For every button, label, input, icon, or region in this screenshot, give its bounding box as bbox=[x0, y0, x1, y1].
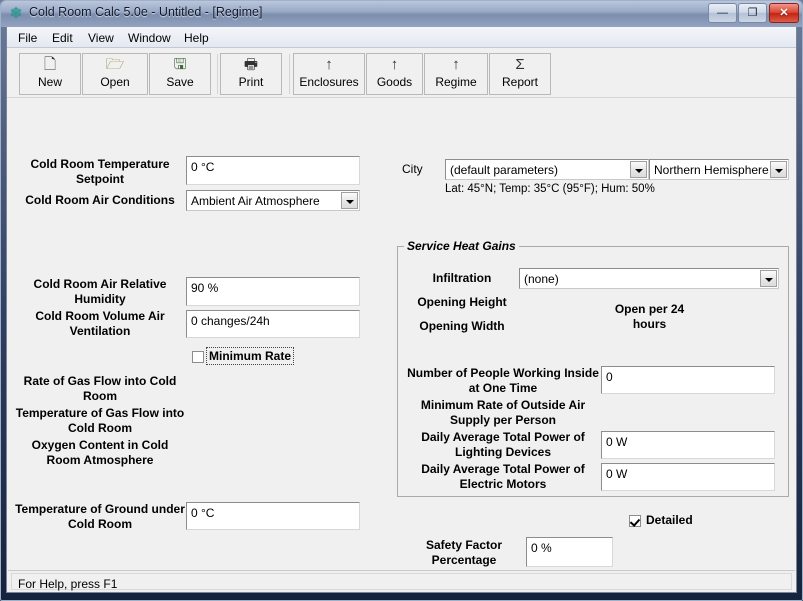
label-oxygen-content: Oxygen Content in Cold Room Atmosphere bbox=[31, 438, 169, 467]
up-arrow-icon: ↑ bbox=[390, 56, 399, 73]
up-arrow-icon: ↑ bbox=[452, 56, 460, 73]
close-icon: ✕ bbox=[779, 7, 789, 19]
menu-item-help[interactable]: Help bbox=[179, 30, 214, 46]
chevron-down-icon[interactable] bbox=[760, 270, 777, 287]
label-temperature-setpoint: Cold Room Temperature Setpoint bbox=[30, 157, 170, 186]
input-safety-factor[interactable]: 0 % bbox=[526, 537, 613, 567]
status-bar: For Help, press F1 bbox=[8, 570, 795, 591]
label-gas-flow-rate: Rate of Gas Flow into Cold Room bbox=[23, 374, 177, 403]
label-volume-air-ventilation: Cold Room Volume Air Ventilation bbox=[35, 309, 165, 338]
window-title: Cold Room Calc 5.0e - Untitled - [Regime… bbox=[29, 5, 263, 19]
snowflake-icon: ❄ bbox=[9, 5, 23, 22]
select-city-value: (default parameters) bbox=[450, 163, 559, 177]
label-lighting-power: Daily Average Total Power of Lighting De… bbox=[421, 430, 585, 459]
toolbar-button-open[interactable]: 🗁 Open bbox=[82, 53, 148, 95]
label-city: City bbox=[402, 162, 423, 176]
label-people-count: Number of People Working Inside at One T… bbox=[407, 366, 599, 395]
label-opening-height: Opening Height bbox=[417, 295, 507, 309]
menu-item-view[interactable]: View bbox=[83, 30, 119, 46]
maximize-button[interactable]: ❐ bbox=[738, 3, 767, 23]
checkbox-detailed-label: Detailed bbox=[646, 513, 693, 527]
checkbox-minimum-rate-label: Minimum Rate bbox=[209, 349, 292, 363]
toolbar-label-report: Report bbox=[501, 75, 539, 89]
close-button[interactable]: ✕ bbox=[769, 3, 799, 23]
label-relative-humidity: Cold Room Air Relative Humidity bbox=[33, 277, 167, 306]
chevron-down-icon[interactable] bbox=[770, 161, 787, 178]
regime-form: Cold Room Temperature Setpoint 0 °C Cold… bbox=[7, 98, 796, 570]
input-people-count[interactable]: 0 bbox=[601, 366, 775, 394]
label-gas-flow-temperature: Temperature of Gas Flow into Cold Room bbox=[15, 406, 185, 435]
input-temperature-setpoint[interactable]: 0 °C bbox=[186, 156, 360, 185]
menu-item-edit[interactable]: Edit bbox=[47, 30, 78, 46]
up-arrow-icon: ↑ bbox=[325, 56, 333, 73]
checkbox-minimum-rate-box[interactable] bbox=[192, 351, 204, 363]
toolbar: 🗋 New 🗁 Open 🖫 Save 🖶 Print ↑ Enclosures bbox=[7, 48, 796, 98]
open-folder-icon: 🗁 bbox=[105, 56, 125, 73]
label-ground-temperature: Temperature of Ground under Cold Room bbox=[15, 502, 185, 531]
sigma-icon: Σ bbox=[515, 56, 525, 73]
select-city[interactable]: (default parameters) bbox=[445, 159, 649, 180]
select-air-conditions[interactable]: Ambient Air Atmosphere bbox=[186, 190, 360, 211]
label-air-conditions: Cold Room Air Conditions bbox=[25, 193, 175, 207]
menu-bar: File Edit View Window Help bbox=[7, 27, 796, 48]
client-area: File Edit View Window Help 🗋 New 🗁 Open … bbox=[6, 27, 797, 593]
input-volume-air-ventilation[interactable]: 0 changes/24h bbox=[186, 310, 360, 338]
checkbox-minimum-rate[interactable]: Minimum Rate bbox=[192, 347, 302, 366]
input-lighting-power[interactable]: 0 W bbox=[601, 431, 775, 459]
floppy-disk-icon: 🖫 bbox=[173, 56, 187, 73]
chevron-down-icon[interactable] bbox=[630, 161, 647, 178]
label-motor-power: Daily Average Total Power of Electric Mo… bbox=[421, 462, 585, 491]
city-climate-info: Lat: 45°N; Temp: 35°C (95°F); Hum: 50% bbox=[445, 183, 655, 195]
toolbar-button-print[interactable]: 🖶 Print bbox=[220, 53, 282, 95]
label-open-per-24-hours: Open per 24 hours bbox=[614, 302, 685, 331]
label-infiltration: Infiltration bbox=[432, 271, 492, 285]
label-safety-factor: Safety Factor Percentage bbox=[425, 538, 503, 567]
new-document-icon: 🗋 bbox=[43, 56, 57, 73]
application-window: ❄ Cold Room Calc 5.0e - Untitled - [Regi… bbox=[0, 0, 803, 601]
toolbar-label-goods: Goods bbox=[376, 75, 413, 89]
toolbar-label-regime: Regime bbox=[435, 75, 477, 89]
checkbox-detailed-box[interactable] bbox=[629, 515, 641, 527]
status-text: For Help, press F1 bbox=[18, 577, 118, 591]
input-motor-power[interactable]: 0 W bbox=[601, 463, 775, 491]
title-bar[interactable]: ❄ Cold Room Calc 5.0e - Untitled - [Regi… bbox=[1, 1, 802, 27]
chevron-down-icon[interactable] bbox=[341, 192, 358, 209]
toolbar-label-new: New bbox=[37, 75, 62, 89]
select-infiltration[interactable]: (none) bbox=[519, 268, 779, 289]
toolbar-label-print: Print bbox=[238, 75, 264, 89]
status-bar-panel: For Help, press F1 bbox=[11, 573, 792, 591]
input-ground-temperature[interactable]: 0 °C bbox=[186, 502, 360, 530]
toolbar-label-save: Save bbox=[166, 75, 194, 89]
minimize-button[interactable]: — bbox=[708, 3, 737, 23]
toolbar-button-save[interactable]: 🖫 Save bbox=[149, 53, 211, 95]
label-opening-width: Opening Width bbox=[419, 319, 505, 333]
toolbar-button-report[interactable]: Σ Report bbox=[489, 53, 551, 95]
group-service-heat-gains-title: Service Heat Gains bbox=[404, 239, 519, 253]
toolbar-label-open: Open bbox=[100, 75, 130, 89]
checkbox-detailed[interactable]: Detailed bbox=[629, 513, 719, 530]
menu-item-file[interactable]: File bbox=[13, 30, 42, 46]
toolbar-button-new[interactable]: 🗋 New bbox=[19, 53, 81, 95]
input-relative-humidity[interactable]: 90 % bbox=[186, 277, 360, 306]
toolbar-label-enclosures: Enclosures bbox=[299, 75, 359, 89]
maximize-icon: ❐ bbox=[747, 7, 758, 19]
select-infiltration-value: (none) bbox=[524, 272, 559, 286]
printer-icon: 🖶 bbox=[243, 56, 259, 73]
label-outside-air-supply: Minimum Rate of Outside Air Supply per P… bbox=[420, 398, 586, 427]
minimize-icon: — bbox=[717, 7, 728, 19]
toolbar-button-goods[interactable]: ↑ Goods bbox=[366, 53, 423, 95]
toolbar-button-regime[interactable]: ↑ Regime bbox=[424, 53, 488, 95]
select-hemisphere[interactable]: Northern Hemisphere bbox=[649, 159, 789, 180]
menu-item-window[interactable]: Window bbox=[123, 30, 176, 46]
select-hemisphere-value: Northern Hemisphere bbox=[654, 163, 769, 177]
select-air-conditions-value: Ambient Air Atmosphere bbox=[191, 194, 320, 208]
toolbar-button-enclosures[interactable]: ↑ Enclosures bbox=[293, 53, 365, 95]
